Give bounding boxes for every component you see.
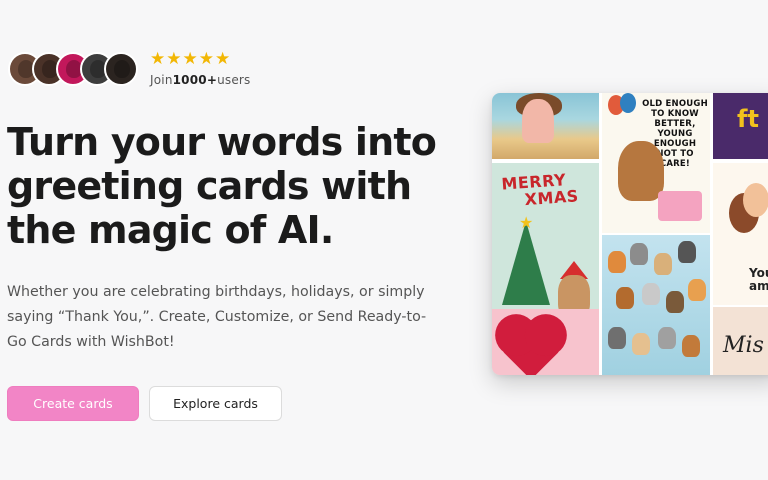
users-prefix: Join [150, 73, 173, 87]
users-suffix: users [217, 73, 251, 87]
dog-icon [618, 141, 664, 201]
explore-cards-button[interactable]: Explore cards [149, 386, 282, 421]
star-icon: ★ [166, 49, 182, 69]
festive-card-text: ft [737, 105, 759, 133]
create-cards-button[interactable]: Create cards [7, 386, 139, 421]
script-card-image: Mis [713, 307, 768, 375]
avatar-stack [8, 51, 138, 86]
cats-card-image [602, 235, 710, 375]
star-icon: ★ [215, 49, 231, 69]
social-proof: ★ ★ ★ ★ ★ Join1000+users [8, 50, 251, 87]
heart-icon [501, 320, 561, 375]
users-count: 1000+ [172, 73, 218, 87]
balloon-icon [620, 93, 636, 113]
heart-card-image [492, 309, 599, 375]
star-icon: ★ [198, 49, 214, 69]
beach-card-image [492, 93, 599, 159]
festive-card-image: ft [713, 93, 768, 159]
star-icon: ★ [150, 49, 166, 69]
user-count-text: Join1000+users [150, 73, 251, 87]
star-rating: ★ ★ ★ ★ ★ [150, 50, 251, 68]
hero-subtext: Whether you are celebrating birthdays, h… [7, 284, 427, 350]
christmas-tree-icon [502, 221, 550, 305]
rating: ★ ★ ★ ★ ★ Join1000+users [150, 50, 251, 87]
script-card-text: Mis [723, 333, 764, 358]
star-icon: ★ [519, 213, 534, 232]
couple-card-image: You'r amazin [713, 163, 768, 305]
couple-card-text: You'r amazin [749, 266, 768, 293]
avatar [104, 51, 138, 86]
hero-headline: Turn your words into greeting cards with… [7, 120, 437, 252]
star-icon: ★ [182, 49, 198, 69]
cake-icon [658, 191, 702, 221]
card-collage: MERRY XMAS ★ OLD ENOUGH TO KNOW BETTER, … [492, 93, 768, 375]
xmas-card-title: MERRY XMAS [500, 170, 580, 210]
birthday-card-image: OLD ENOUGH TO KNOW BETTER, YOUNG ENOUGH … [602, 93, 710, 233]
